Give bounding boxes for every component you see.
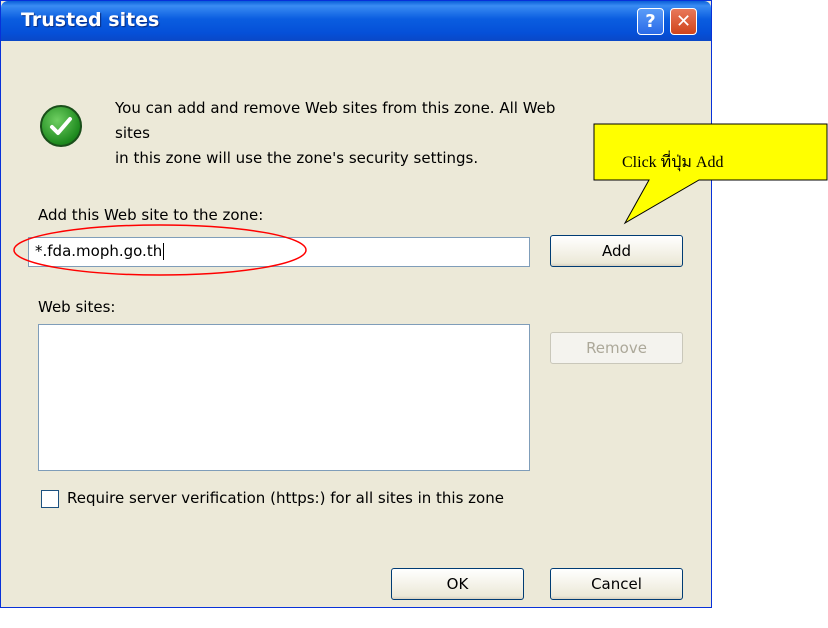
annotation-overlay [13,123,828,276]
input-highlight-ellipse [13,224,307,276]
callout-text: Click ที่ปุ่ม Add [622,154,724,171]
